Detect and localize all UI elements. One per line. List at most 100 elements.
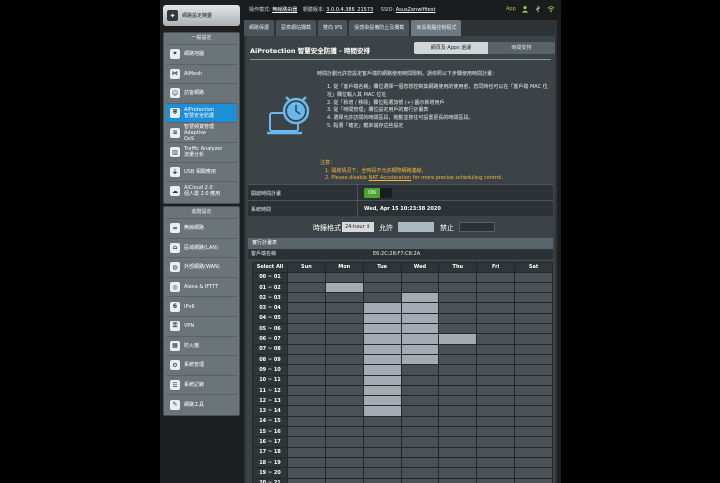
denied-slot[interactable] (287, 405, 326, 417)
tab-4[interactable]: 家長電腦控制程式 (411, 20, 462, 36)
denied-slot[interactable] (400, 426, 440, 438)
denied-slot[interactable] (514, 436, 553, 448)
denied-slot[interactable] (476, 343, 516, 355)
denied-slot[interactable] (476, 281, 516, 294)
tab-2[interactable]: 雙向 IPS (318, 20, 348, 36)
hour-label[interactable]: 03 ~ 04 (252, 302, 288, 314)
denied-slot[interactable] (476, 446, 516, 458)
denied-slot[interactable] (514, 384, 553, 397)
allowed-slot[interactable] (362, 395, 402, 407)
denied-slot[interactable] (287, 446, 326, 458)
denied-slot[interactable] (324, 374, 364, 386)
denied-slot[interactable] (476, 415, 516, 428)
denied-slot[interactable] (514, 467, 553, 479)
denied-slot[interactable] (514, 374, 553, 386)
denied-slot[interactable] (476, 364, 516, 376)
denied-slot[interactable] (438, 271, 478, 283)
denied-slot[interactable] (400, 364, 440, 376)
denied-slot[interactable] (287, 374, 326, 386)
sidebar-item-alexa[interactable]: ◎ Alexa & IFTTT (166, 276, 237, 297)
sidebar-item-mesh[interactable]: ⋈ AiMesh (166, 63, 237, 84)
denied-slot[interactable] (287, 271, 326, 283)
denied-slot[interactable] (514, 323, 553, 335)
denied-slot[interactable] (362, 446, 402, 458)
denied-slot[interactable] (400, 467, 440, 479)
denied-slot[interactable] (324, 364, 364, 376)
allowed-slot[interactable] (362, 343, 402, 355)
app-icon[interactable]: App (506, 6, 516, 12)
denied-slot[interactable] (438, 415, 478, 428)
denied-slot[interactable] (287, 384, 326, 397)
denied-slot[interactable] (400, 446, 440, 458)
denied-slot[interactable] (400, 456, 440, 469)
denied-slot[interactable] (400, 374, 440, 386)
denied-slot[interactable] (362, 456, 402, 469)
hour-label[interactable]: 15 ~ 16 (252, 426, 288, 438)
nat-acceleration-link[interactable]: NAT Acceleration (369, 175, 412, 181)
hour-label[interactable]: 16 ~ 17 (252, 436, 288, 448)
denied-slot[interactable] (362, 281, 402, 294)
denied-slot[interactable] (400, 436, 440, 448)
denied-slot[interactable] (476, 292, 516, 304)
sidebar-item-vpn[interactable]: ⚿ VPN (166, 315, 237, 336)
allowed-slot[interactable] (362, 405, 402, 417)
allowed-slot[interactable] (362, 333, 402, 345)
denied-slot[interactable] (287, 302, 326, 314)
allowed-slot[interactable] (400, 343, 440, 355)
sidebar-item-chart[interactable]: ▥ Traffic Analyzer 流量分析 (166, 141, 237, 162)
denied-slot[interactable] (400, 415, 440, 428)
denied-slot[interactable] (324, 292, 364, 304)
denied-slot[interactable] (324, 312, 364, 325)
denied-slot[interactable] (514, 446, 553, 458)
hour-label[interactable]: 12 ~ 13 (252, 395, 288, 407)
sidebar-item-cloud[interactable]: ☁ AiCloud 2.0 個人雲 2.0 應用 (166, 181, 237, 201)
denied-slot[interactable] (438, 343, 478, 355)
sidebar-item-firewall[interactable]: ▦ 防火牆 (166, 335, 237, 356)
denied-slot[interactable] (438, 281, 478, 294)
denied-slot[interactable] (287, 312, 326, 325)
day-header-mon[interactable]: Mon (324, 262, 364, 273)
allowed-slot[interactable] (400, 312, 440, 325)
denied-slot[interactable] (514, 281, 553, 294)
denied-slot[interactable] (514, 395, 553, 407)
schedule-toggle[interactable]: ON (364, 188, 392, 198)
denied-slot[interactable] (514, 271, 553, 283)
denied-slot[interactable] (438, 292, 478, 304)
denied-slot[interactable] (400, 477, 440, 483)
denied-slot[interactable] (324, 384, 364, 397)
hour-label[interactable]: 08 ~ 09 (252, 353, 288, 366)
allowed-slot[interactable] (324, 281, 364, 294)
denied-slot[interactable] (438, 456, 478, 469)
denied-slot[interactable] (324, 426, 364, 438)
hour-label[interactable]: 09 ~ 10 (252, 364, 288, 376)
denied-slot[interactable] (514, 405, 553, 417)
denied-slot[interactable] (476, 302, 516, 314)
denied-slot[interactable] (476, 436, 516, 448)
denied-slot[interactable] (476, 374, 516, 386)
denied-slot[interactable] (287, 477, 326, 483)
allowed-slot[interactable] (400, 323, 440, 335)
sidebar-item-log[interactable]: ☰ 系統記錄 (166, 374, 237, 395)
quick-setup-button[interactable]: ✦ 網路設定精靈 (163, 5, 240, 26)
denied-slot[interactable] (438, 353, 478, 366)
sidebar-item-qos[interactable]: ≋ 智慧頻寬管理 Adaptive QoS (166, 122, 237, 142)
denied-slot[interactable] (438, 302, 478, 314)
day-header-fri[interactable]: Fri (476, 262, 516, 273)
denied-slot[interactable] (438, 364, 478, 376)
denied-slot[interactable] (438, 312, 478, 325)
hour-label[interactable]: 20 ~ 21 (252, 477, 288, 483)
allowed-slot[interactable] (362, 353, 402, 366)
denied-slot[interactable] (438, 395, 478, 407)
denied-slot[interactable] (324, 302, 364, 314)
denied-slot[interactable] (324, 446, 364, 458)
allowed-slot[interactable] (362, 323, 402, 335)
denied-slot[interactable] (324, 343, 364, 355)
denied-slot[interactable] (514, 292, 553, 304)
denied-slot[interactable] (362, 292, 402, 304)
hour-label[interactable]: 18 ~ 19 (252, 456, 288, 469)
denied-slot[interactable] (287, 281, 326, 294)
denied-slot[interactable] (400, 405, 440, 417)
day-header-thu[interactable]: Thu (438, 262, 478, 273)
sidebar-item-admin[interactable]: ⚙ 系統管理 (166, 355, 237, 375)
denied-slot[interactable] (476, 384, 516, 397)
